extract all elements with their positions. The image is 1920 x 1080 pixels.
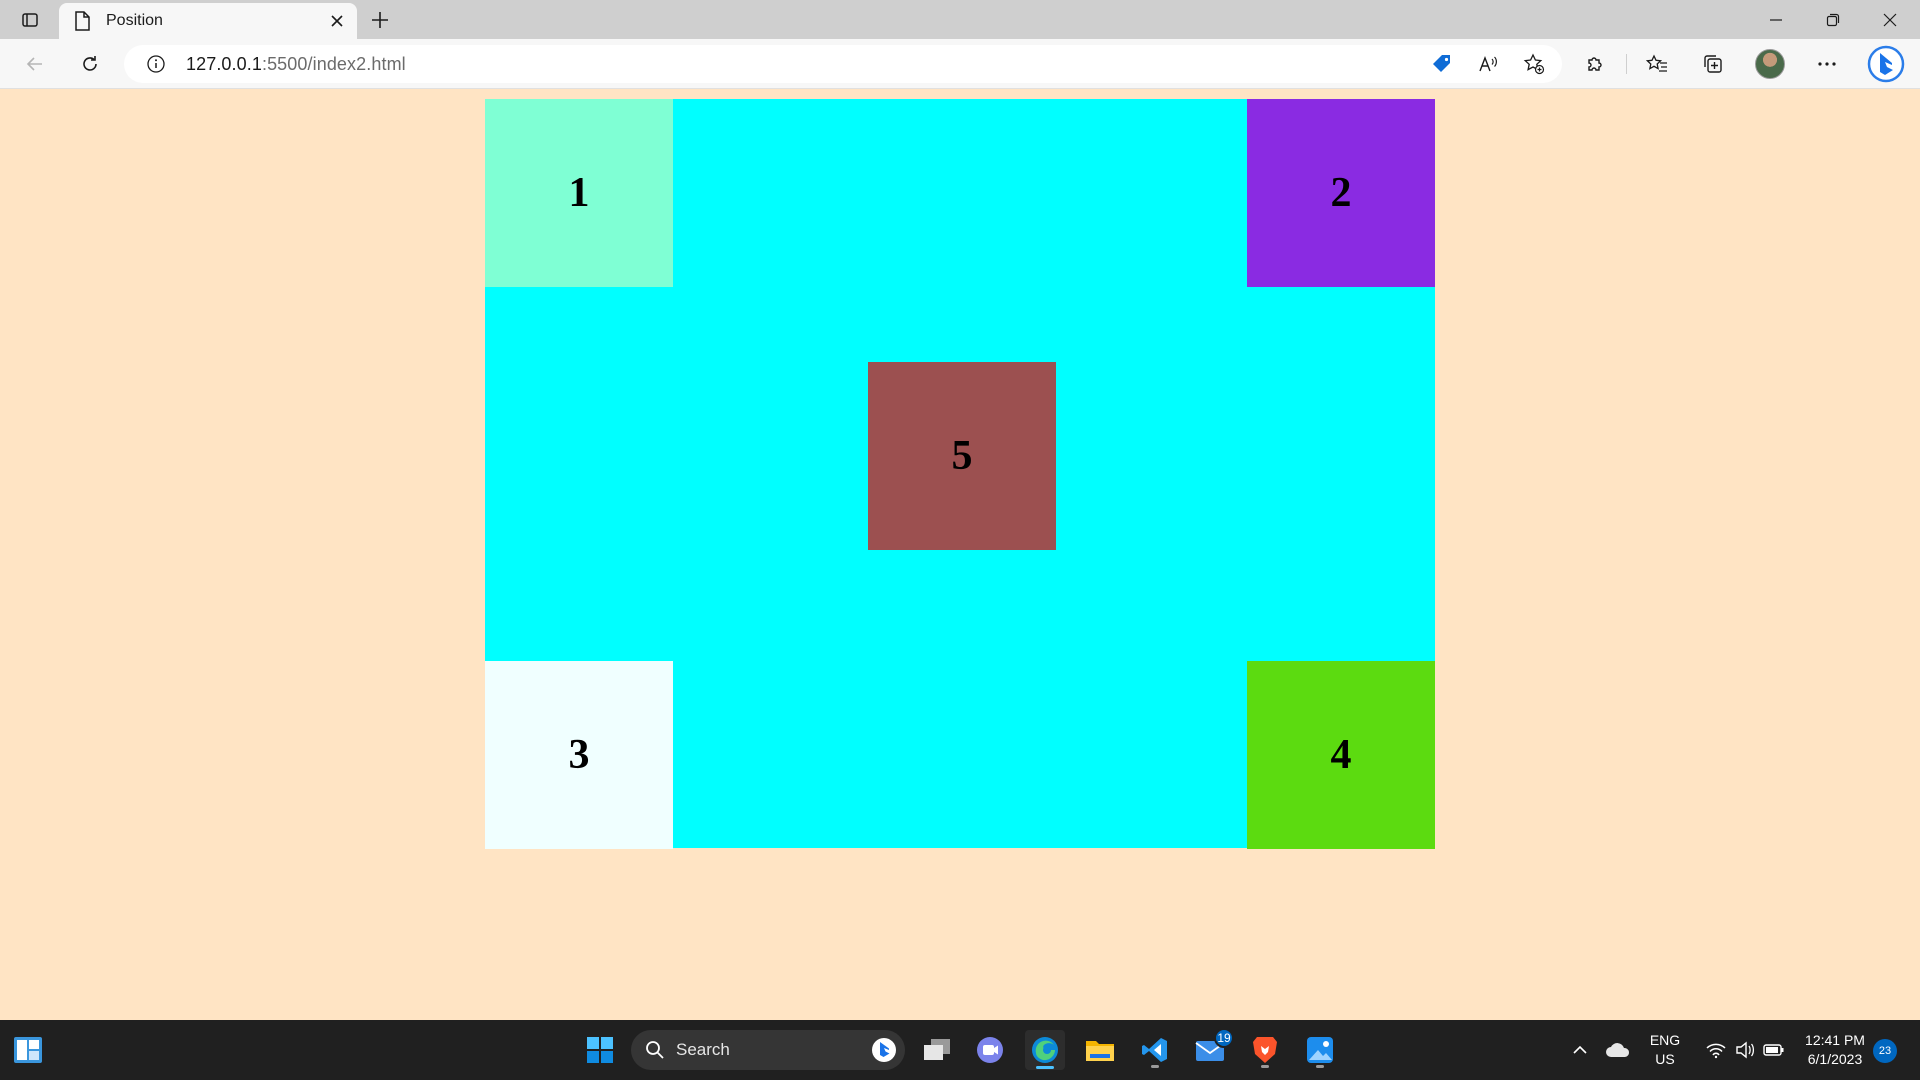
collections-button[interactable] [1696, 47, 1730, 81]
page-icon [74, 11, 92, 31]
brave-icon [1253, 1037, 1277, 1063]
running-indicator [1316, 1065, 1324, 1068]
restore-button[interactable] [1805, 0, 1861, 39]
minimize-button[interactable] [1748, 0, 1804, 39]
puzzle-icon [1588, 57, 1602, 71]
windows-icon [587, 1037, 613, 1063]
bing-icon [1867, 45, 1905, 83]
extensions-button[interactable] [1578, 47, 1612, 81]
language-indicator[interactable]: ENG US [1640, 1031, 1690, 1069]
shopping-tag-icon[interactable] [1429, 51, 1455, 77]
chat-icon [977, 1037, 1003, 1063]
favorites-icon [1646, 54, 1667, 72]
box-4: 4 [1247, 661, 1435, 849]
clock[interactable]: 12:41 PM 6/1/2023 [1795, 1031, 1875, 1069]
site-info-icon[interactable] [146, 54, 166, 74]
vscode-button[interactable] [1135, 1030, 1175, 1070]
running-indicator [1261, 1065, 1269, 1068]
url-host: 127.0.0.1 [186, 54, 262, 74]
start-button[interactable] [580, 1030, 620, 1070]
widgets-icon [14, 1037, 42, 1063]
add-favorite-icon[interactable] [1521, 51, 1547, 77]
teams-chat-button[interactable] [970, 1030, 1010, 1070]
language-code: ENG [1649, 1032, 1681, 1048]
minimize-icon [1770, 18, 1782, 21]
brave-button[interactable] [1245, 1030, 1285, 1070]
collections-icon [1704, 55, 1722, 73]
chevron-up-icon [1573, 1045, 1587, 1054]
clock-date: 6/1/2023 [1807, 1051, 1863, 1067]
battery-icon [1763, 1044, 1784, 1056]
task-view-icon [924, 1039, 950, 1060]
vscode-icon [1142, 1038, 1167, 1062]
refresh-button[interactable] [73, 47, 107, 81]
browser-toolbar: 127.0.0.1:5500/index2.html [0, 39, 1920, 89]
cloud-icon [1606, 1043, 1630, 1057]
wifi-icon [1706, 1043, 1726, 1059]
photos-button[interactable] [1300, 1030, 1340, 1070]
photos-icon [1307, 1037, 1333, 1063]
page-viewport: 1 2 3 4 5 [0, 89, 1920, 1020]
search-icon [645, 1040, 665, 1060]
url-text[interactable]: 127.0.0.1:5500/index2.html [186, 54, 406, 75]
restore-icon [1826, 13, 1840, 26]
bing-chat-button[interactable] [1866, 44, 1906, 84]
taskbar-search[interactable]: Search [631, 1030, 905, 1070]
tab-actions-button[interactable] [12, 6, 48, 34]
active-indicator [1036, 1066, 1054, 1069]
mail-button[interactable]: 19 [1190, 1028, 1234, 1070]
more-icon [1818, 62, 1836, 66]
toolbar-divider [1626, 54, 1627, 74]
clock-time: 12:41 PM [1805, 1032, 1865, 1048]
box-3: 3 [485, 661, 673, 849]
close-icon [1883, 13, 1897, 26]
refresh-icon [83, 56, 97, 71]
new-tab-button[interactable] [364, 5, 396, 35]
box-5: 5 [868, 362, 1056, 550]
box-2: 2 [1247, 99, 1435, 287]
plus-icon [372, 12, 388, 28]
tab-title: Position [106, 12, 163, 29]
tab-strip: Position [0, 0, 1920, 39]
bing-search-icon [871, 1037, 897, 1063]
url-path: :5500/index2.html [261, 54, 406, 74]
taskbar: Search 19 ENG US 12:41 PM 6/1/2023 23 [0, 1020, 1920, 1080]
running-indicator [1151, 1065, 1159, 1068]
back-button[interactable] [18, 47, 52, 81]
address-bar[interactable]: 127.0.0.1:5500/index2.html [124, 45, 1562, 83]
folder-icon [1086, 1041, 1114, 1061]
favorites-button[interactable] [1640, 47, 1674, 81]
more-options-button[interactable] [1810, 47, 1844, 81]
mail-badge: 19 [1214, 1028, 1234, 1048]
onedrive-button[interactable] [1598, 1030, 1638, 1070]
profile-avatar[interactable] [1755, 49, 1785, 79]
quick-settings-button[interactable] [1690, 1030, 1800, 1070]
arrow-left-icon [26, 57, 42, 71]
position-container: 1 2 3 4 5 [485, 99, 1435, 849]
edge-taskbar-button[interactable] [1025, 1030, 1065, 1070]
file-explorer-button[interactable] [1080, 1030, 1120, 1070]
widgets-button[interactable] [8, 1030, 48, 1070]
notification-badge[interactable]: 23 [1873, 1039, 1897, 1063]
show-hidden-icons-button[interactable] [1560, 1030, 1600, 1070]
close-window-button[interactable] [1862, 0, 1918, 39]
task-view-button[interactable] [917, 1030, 957, 1070]
browser-tab-position[interactable]: Position [59, 3, 357, 39]
search-label: Search [676, 1040, 730, 1059]
tab-actions-icon [22, 13, 38, 27]
close-tab-icon[interactable] [325, 9, 349, 33]
read-aloud-icon[interactable] [1475, 51, 1501, 77]
region-code: US [1655, 1051, 1675, 1067]
volume-icon [1736, 1041, 1755, 1059]
edge-icon [1032, 1037, 1058, 1063]
box-1: 1 [485, 99, 673, 287]
